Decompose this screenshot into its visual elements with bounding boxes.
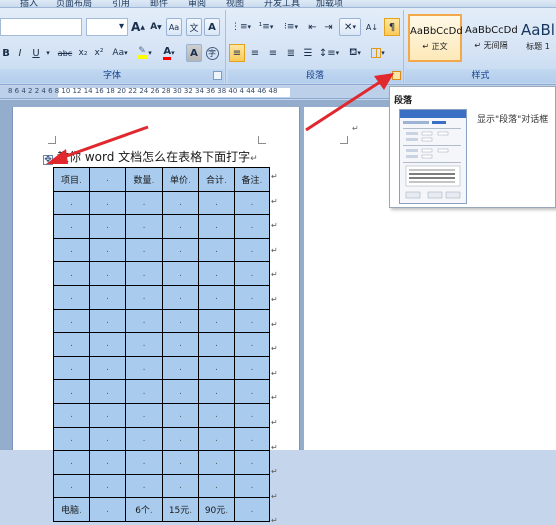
table-cell[interactable]: . bbox=[162, 473, 199, 499]
table-row: ...... bbox=[53, 450, 270, 475]
row-end-mark: ↵ bbox=[271, 467, 278, 477]
table-cell[interactable]: 90元. bbox=[198, 497, 235, 522]
cell-end-mark: . bbox=[106, 457, 109, 468]
table-cell[interactable]: . bbox=[125, 450, 163, 475]
cell-end-mark: . bbox=[189, 506, 193, 517]
table-cell[interactable]: . bbox=[53, 450, 90, 475]
cell-text: 6个 bbox=[135, 506, 150, 517]
table-cell[interactable]: . bbox=[162, 450, 199, 475]
table-cell[interactable]: . bbox=[234, 450, 270, 475]
cell-end-mark: . bbox=[250, 481, 254, 492]
table-cell[interactable]: . bbox=[234, 497, 270, 522]
cell-end-mark: . bbox=[142, 481, 146, 492]
cell-end-mark: . bbox=[225, 506, 229, 517]
table-cell[interactable]: 6个. bbox=[125, 497, 163, 522]
red-arrow-icon bbox=[46, 125, 149, 164]
cell-end-mark: . bbox=[250, 457, 254, 468]
table-cell[interactable]: . bbox=[125, 473, 163, 499]
table-cell[interactable]: . bbox=[89, 450, 126, 475]
cell-end-mark: . bbox=[106, 504, 109, 515]
cell-end-mark: . bbox=[215, 457, 218, 468]
cell-end-mark: . bbox=[179, 481, 182, 492]
cell-end-mark: . bbox=[142, 457, 146, 468]
table-cell[interactable]: . bbox=[234, 473, 270, 499]
table-cell[interactable]: . bbox=[198, 450, 235, 475]
cell-end-mark: . bbox=[70, 481, 73, 492]
table-cell[interactable]: . bbox=[89, 473, 126, 499]
red-arrow-icon bbox=[305, 73, 394, 132]
table-cell[interactable]: 15元. bbox=[162, 497, 199, 522]
row-end-mark: ↵ bbox=[271, 516, 278, 525]
cell-end-mark: . bbox=[149, 506, 153, 517]
cell-end-mark: . bbox=[215, 481, 218, 492]
cell-end-mark: . bbox=[106, 481, 109, 492]
table-cell[interactable]: 电脑. bbox=[53, 497, 90, 522]
cell-end-mark: . bbox=[70, 457, 73, 468]
cell-end-mark: . bbox=[79, 506, 82, 517]
cell-text: 15元 bbox=[168, 506, 190, 517]
row-end-mark: ↵ bbox=[271, 491, 278, 501]
table-cell[interactable]: . bbox=[53, 473, 90, 499]
cell-end-mark: . bbox=[250, 504, 254, 515]
cell-text: 电脑 bbox=[61, 506, 80, 517]
table-row: ...... bbox=[53, 473, 270, 499]
table-row: 电脑.. 6个. 15元. 90元.. bbox=[53, 497, 270, 522]
annotation-arrows bbox=[46, 73, 394, 164]
table-cell[interactable]: . bbox=[198, 473, 235, 499]
cell-end-mark: . bbox=[179, 457, 182, 468]
table-cell[interactable]: . bbox=[89, 497, 126, 522]
cell-text: 90元 bbox=[204, 506, 226, 517]
